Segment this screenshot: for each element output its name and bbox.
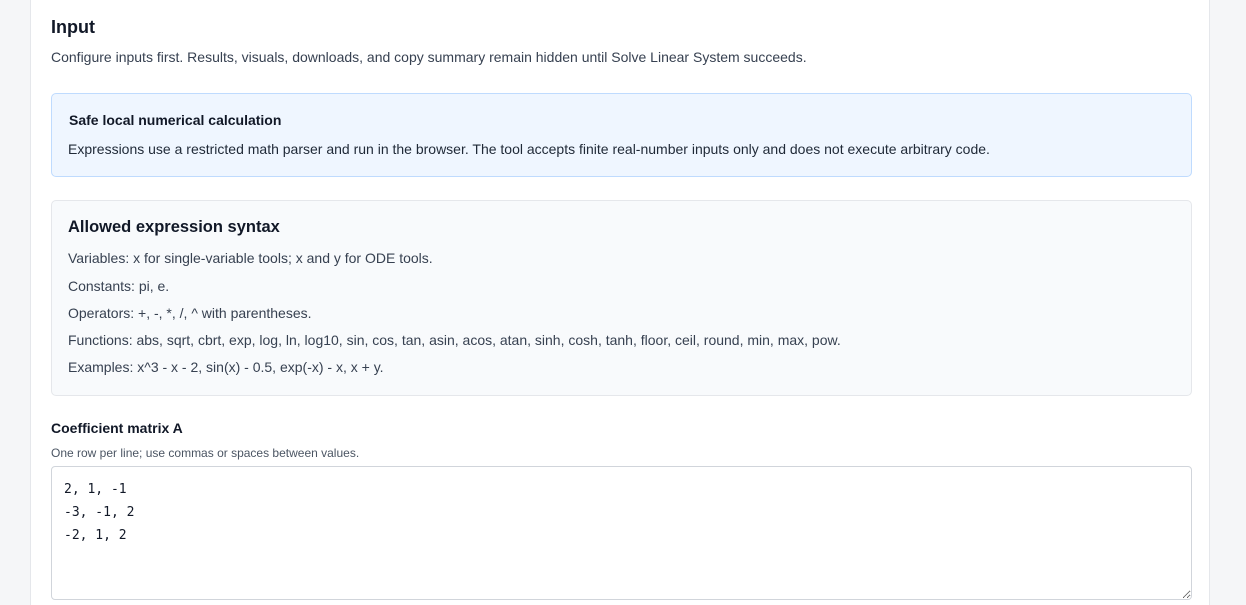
syntax-variables: Variables: x for single-variable tools; …: [68, 250, 433, 266]
matrix-a-input[interactable]: 2, 1, -1 -3, -1, 2 -2, 1, 2: [51, 466, 1192, 600]
syntax-help-box: Allowed expression syntax Variables: x f…: [51, 200, 1192, 396]
section-title: Input: [51, 17, 95, 37]
syntax-operators: Operators: +, -, *, /, ^ with parenthese…: [68, 305, 312, 321]
section-description: Configure inputs first. Results, visuals…: [51, 49, 807, 65]
notice-title: Safe local numerical calculation: [69, 112, 282, 128]
syntax-help-title: Allowed expression syntax: [68, 218, 280, 236]
syntax-examples: Examples: x^3 - x - 2, sin(x) - 0.5, exp…: [68, 359, 384, 375]
matrix-a-hint: One row per line; use commas or spaces b…: [51, 446, 360, 460]
safety-notice: Safe local numerical calculation Express…: [51, 93, 1192, 177]
syntax-functions: Functions: abs, sqrt, cbrt, exp, log, ln…: [68, 332, 841, 348]
matrix-a-label: Coefficient matrix A: [51, 420, 183, 436]
syntax-constants: Constants: pi, e.: [68, 278, 170, 294]
notice-text: Expressions use a restricted math parser…: [68, 141, 990, 157]
input-panel: Input Configure inputs first. Results, v…: [30, 0, 1210, 605]
